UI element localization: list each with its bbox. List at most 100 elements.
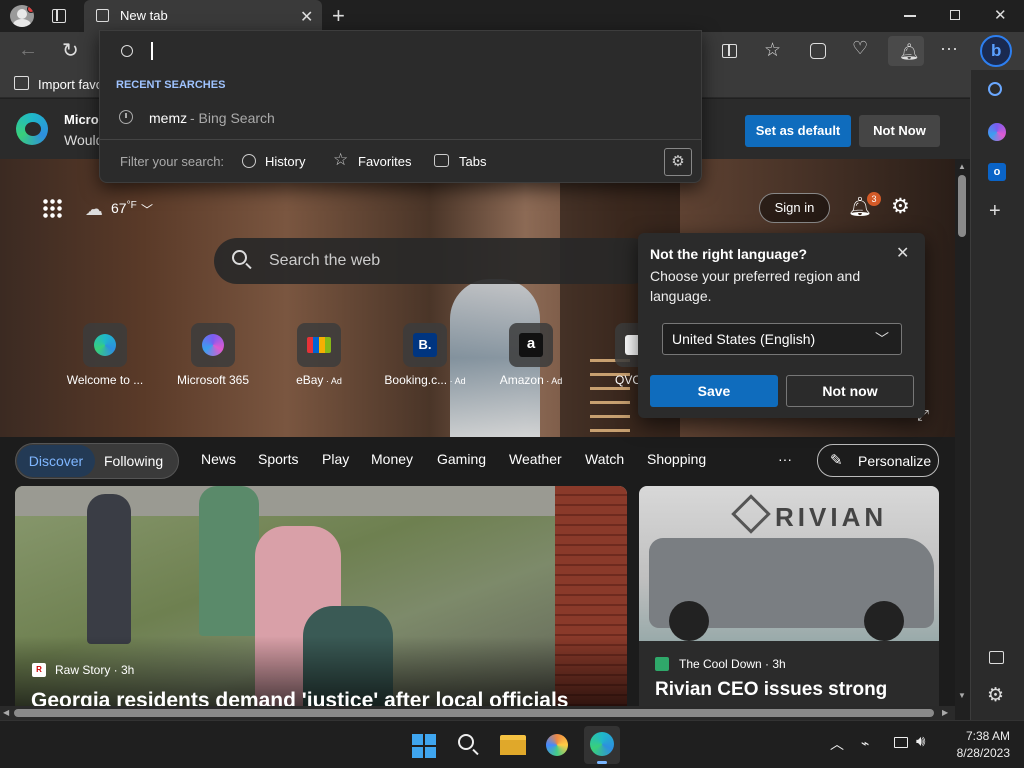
- bing-copilot-icon[interactable]: b: [980, 35, 1012, 67]
- tab-gaming[interactable]: Gaming: [437, 451, 509, 467]
- tab-new-tab[interactable]: New tab ✕: [84, 0, 322, 32]
- favorites-star-icon[interactable]: ☆: [764, 39, 781, 62]
- search-settings-gear-icon[interactable]: ⚙: [664, 148, 692, 176]
- restore-icon[interactable]: [950, 10, 960, 20]
- tile-ad-label: · Ad: [447, 376, 466, 386]
- scroll-thumb-horizontal[interactable]: [14, 709, 934, 717]
- tile-label: Microsoft 365: [176, 373, 250, 387]
- tile-label: Amazon: [499, 373, 544, 387]
- address-dropdown: RECENT SEARCHES memz - Bing Search Filte…: [99, 30, 702, 183]
- sidebar-outlook-icon[interactable]: o: [988, 163, 1006, 181]
- profile-avatar[interactable]: [10, 5, 34, 27]
- quick-link-tile[interactable]: a Amazon · Ad: [488, 323, 574, 393]
- web-search-box[interactable]: Search the web: [214, 238, 654, 284]
- tab-shopping[interactable]: Shopping: [647, 451, 706, 467]
- quick-link-tile[interactable]: QVC: [594, 323, 644, 393]
- quick-link-tile[interactable]: eBay · Ad: [276, 323, 362, 393]
- minimize-icon[interactable]: [904, 15, 916, 17]
- card-image-person: [87, 494, 131, 644]
- tab-strip: New tab ✕ + ✕: [0, 0, 1024, 32]
- tab-following[interactable]: Following: [104, 445, 163, 477]
- paint-app-icon[interactable]: [546, 734, 568, 756]
- recent-search-item[interactable]: memz - Bing Search: [100, 103, 701, 133]
- dropdown-divider: [100, 139, 701, 140]
- more-topics-button[interactable]: ···: [778, 451, 792, 467]
- taskbar-search-icon[interactable]: [458, 734, 474, 750]
- sign-in-button[interactable]: Sign in: [759, 193, 830, 223]
- network-icon[interactable]: ⌁: [861, 735, 869, 752]
- scroll-up-icon[interactable]: ▲: [958, 162, 966, 171]
- tab-weather[interactable]: Weather: [509, 451, 585, 467]
- scroll-right-icon[interactable]: ▶: [942, 708, 948, 717]
- import-icon: [14, 76, 29, 90]
- tab-play[interactable]: Play: [322, 451, 371, 467]
- split-screen-icon[interactable]: [722, 44, 737, 58]
- refresh-icon[interactable]: ↻: [62, 38, 79, 63]
- language-popup-body: Choose your preferred region and languag…: [650, 268, 861, 304]
- sidebar-hide-icon[interactable]: [989, 651, 1004, 664]
- not-now-banner-button[interactable]: Not Now: [859, 115, 940, 147]
- close-tab-icon[interactable]: ✕: [300, 7, 313, 27]
- file-explorer-icon[interactable]: [500, 735, 526, 755]
- tile-ad-label: · Ad: [323, 376, 342, 386]
- collections-icon[interactable]: [810, 43, 826, 59]
- tab-title: New tab: [120, 8, 168, 23]
- quick-link-tile[interactable]: Welcome to ...: [62, 323, 148, 393]
- clock-date[interactable]: 8/28/2023: [940, 746, 1010, 760]
- language-not-now-button[interactable]: Not now: [786, 375, 914, 407]
- language-popup-close-icon[interactable]: ✕: [896, 243, 909, 263]
- scroll-thumb[interactable]: [958, 175, 966, 237]
- tab-watch[interactable]: Watch: [585, 451, 647, 467]
- filter-tabs-label: Tabs: [459, 154, 487, 169]
- clock-time[interactable]: 7:38 AM: [950, 729, 1010, 743]
- sidebar-search-icon[interactable]: [988, 82, 1002, 96]
- web-search-placeholder: Search the web: [269, 252, 381, 269]
- card-image-wheel: [864, 601, 904, 641]
- page-settings-gear-icon[interactable]: ⚙: [891, 194, 910, 219]
- volume-icon[interactable]: 🔊︎: [916, 733, 925, 750]
- news-card[interactable]: R Raw Story · 3h Georgia residents deman…: [15, 486, 627, 707]
- display-icon[interactable]: [894, 737, 908, 748]
- recent-searches-label: RECENT SEARCHES: [116, 79, 226, 91]
- scroll-left-icon[interactable]: ◀: [3, 708, 9, 717]
- chevron-down-icon[interactable]: ﹀: [141, 201, 153, 218]
- tab-discover[interactable]: Discover: [17, 445, 95, 477]
- sidebar-add-icon[interactable]: +: [989, 200, 1001, 223]
- weather-widget[interactable]: 67°F: [111, 200, 137, 216]
- quick-link-tile[interactable]: Microsoft 365: [170, 323, 256, 393]
- region-language-selected: United States (English): [672, 331, 816, 347]
- region-language-select[interactable]: United States (English) ﹀: [662, 323, 902, 355]
- personalize-button[interactable]: ✎ Personalize: [817, 444, 939, 477]
- tile-ad-label: · Ad: [543, 376, 563, 386]
- scroll-down-icon[interactable]: ▼: [958, 691, 966, 700]
- address-input[interactable]: [148, 41, 688, 63]
- tab-money[interactable]: Money: [371, 451, 437, 467]
- apps-launcher-icon[interactable]: [42, 198, 62, 218]
- language-save-button[interactable]: Save: [650, 375, 778, 407]
- horizontal-scrollbar[interactable]: ◀ ▶: [0, 706, 955, 720]
- edge-welcome-icon: [83, 323, 127, 367]
- card-headline: Georgia residents demand 'justice' after…: [31, 689, 569, 707]
- settings-more-icon[interactable]: ···: [940, 38, 958, 59]
- edge-taskbar-icon[interactable]: [584, 726, 620, 764]
- tab-actions-icon[interactable]: [52, 9, 66, 23]
- show-hidden-icons-chevron-icon[interactable]: ︿: [830, 734, 844, 754]
- new-tab-plus-icon[interactable]: +: [332, 3, 345, 29]
- set-default-button[interactable]: Set as default: [745, 115, 851, 147]
- address-search-icon: [121, 45, 133, 57]
- close-window-icon[interactable]: ✕: [994, 6, 1007, 24]
- start-windows-icon[interactable]: [412, 734, 436, 758]
- sidebar-settings-icon[interactable]: ⚙: [987, 684, 1004, 707]
- import-favorites-link[interactable]: Import favo: [38, 77, 103, 92]
- tab-sports[interactable]: Sports: [258, 451, 322, 467]
- quick-link-tile[interactable]: B. Booking.c... · Ad: [382, 323, 468, 393]
- news-card[interactable]: RIVIAN The Cool Down · 3h Rivian CEO iss…: [639, 486, 939, 707]
- back-arrow-icon[interactable]: ←: [18, 39, 38, 62]
- tabs-icon: [434, 154, 449, 167]
- browser-essentials-icon[interactable]: ♡: [852, 38, 868, 59]
- tab-news[interactable]: News: [201, 451, 258, 467]
- sidebar-copilot-icon[interactable]: [988, 123, 1006, 141]
- rivian-sign-text: RIVIAN: [775, 502, 888, 532]
- vertical-scrollbar[interactable]: ▲ ▼: [955, 159, 970, 706]
- notifications-toolbar-icon[interactable]: 🔔︎: [888, 36, 924, 66]
